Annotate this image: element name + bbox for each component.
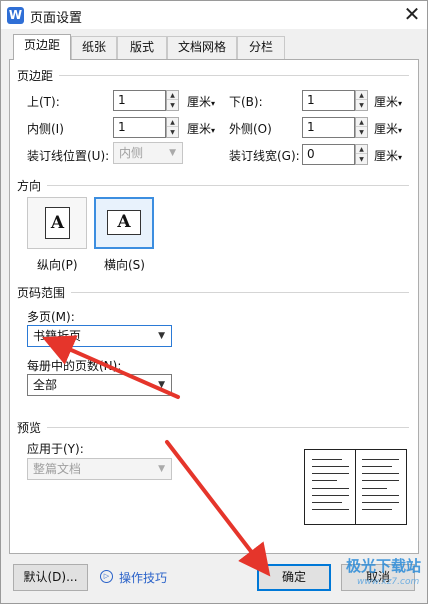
annotation-arrow — [165, 440, 271, 577]
annotation-arrow — [42, 335, 180, 399]
tab-margins[interactable]: 页边距 — [13, 34, 71, 60]
annotation-overlay — [42, 335, 271, 577]
page-setup-dialog: W 页面设置 ✕ 页边距 纸张 版式 文档网格 分栏 页边距 上(T): 1 ▲… — [0, 0, 428, 604]
